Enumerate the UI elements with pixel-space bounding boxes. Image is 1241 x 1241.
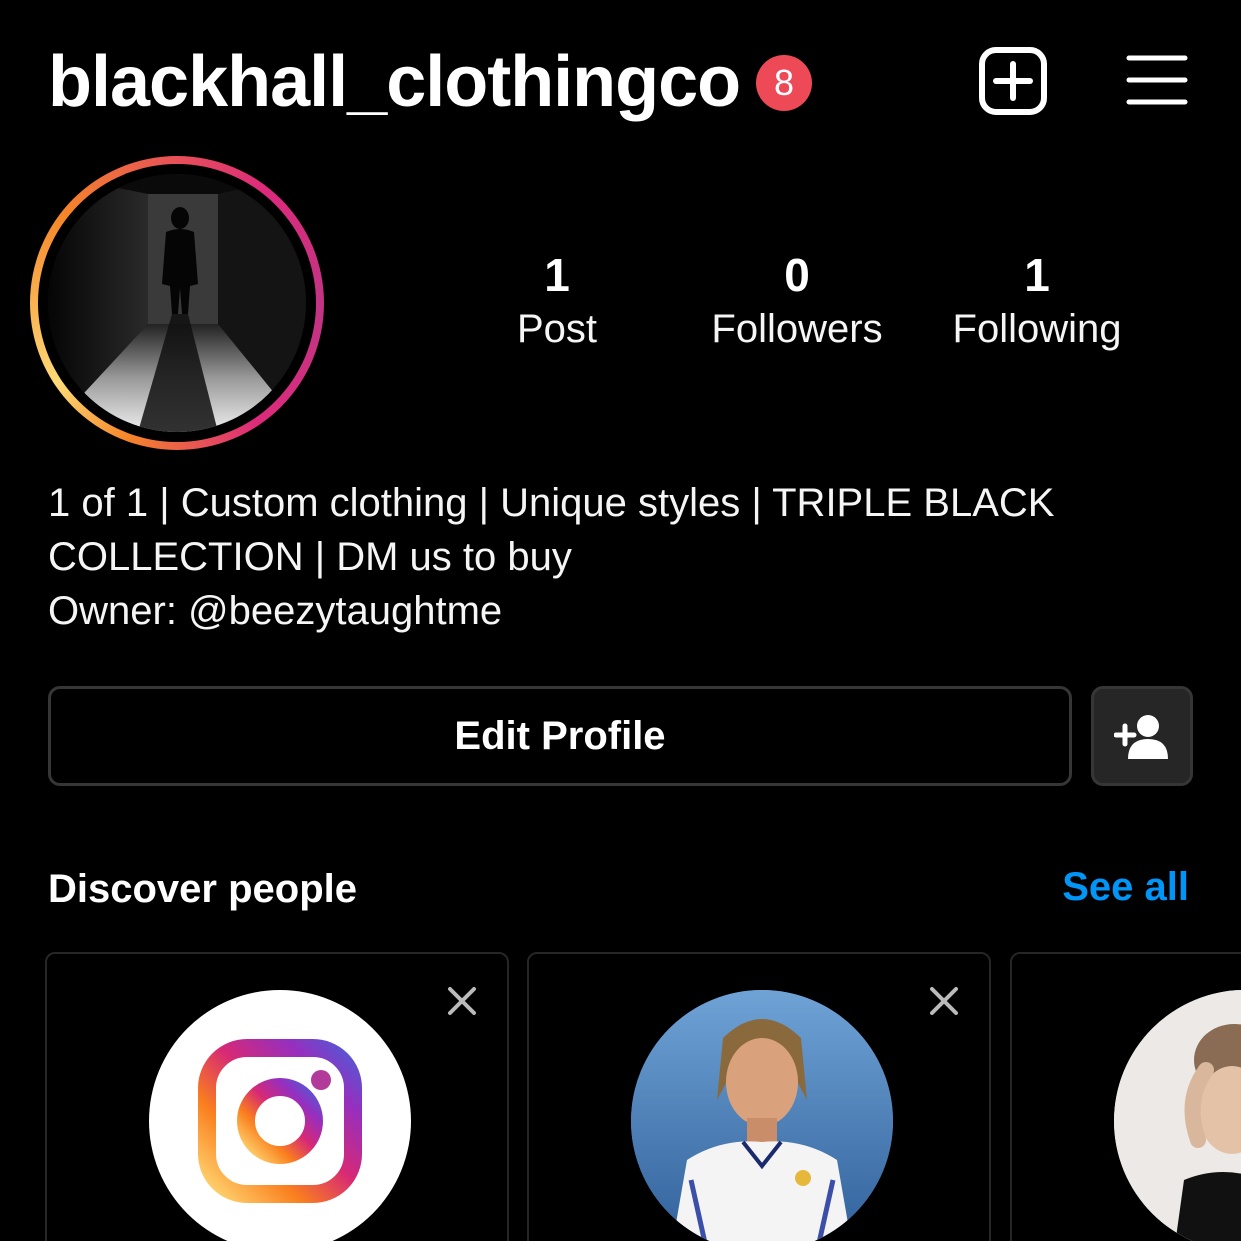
profile-bio: 1 of 1 | Custom clothing | Unique styles… <box>48 476 1198 638</box>
instagram-logo-icon <box>198 1039 362 1203</box>
edit-profile-button[interactable]: Edit Profile <box>48 686 1072 786</box>
following-count: 1 <box>1024 249 1050 301</box>
following-label: Following <box>952 307 1122 351</box>
followers-count: 0 <box>784 249 810 301</box>
stat-followers[interactable]: 0 Followers <box>677 248 917 356</box>
suggestion-card[interactable] <box>527 952 991 1241</box>
suggestion-avatar[interactable] <box>149 990 411 1241</box>
dismiss-suggestion-button[interactable] <box>445 984 479 1018</box>
discover-people-button[interactable] <box>1091 686 1193 786</box>
profile-avatar <box>48 174 306 432</box>
discover-people-title: Discover people <box>48 867 358 911</box>
stat-posts[interactable]: 1 Post <box>437 248 677 356</box>
menu-button[interactable] <box>1126 52 1188 108</box>
hamburger-menu-icon <box>1126 55 1188 105</box>
dismiss-suggestion-button[interactable] <box>927 984 961 1018</box>
bio-line-owner[interactable]: Owner: @beezytaughtme <box>48 584 1198 638</box>
bio-line: 1 of 1 | Custom clothing | Unique styles… <box>48 481 1055 525</box>
close-icon <box>930 987 958 1015</box>
avatar-photo-silhouette <box>48 174 306 432</box>
posts-label: Post <box>516 307 598 351</box>
suggestion-avatar[interactable] <box>631 990 893 1241</box>
bio-line: COLLECTION | DM us to buy <box>48 535 572 579</box>
suggestion-card[interactable] <box>1010 952 1241 1241</box>
notification-badge[interactable]: 8 <box>756 55 812 111</box>
woman-photo-icon <box>1114 990 1241 1241</box>
new-post-button[interactable] <box>978 46 1048 116</box>
close-icon <box>448 987 476 1015</box>
footballer-photo-icon <box>631 990 893 1241</box>
add-person-icon <box>1114 715 1168 759</box>
profile-avatar-ring[interactable] <box>30 156 324 450</box>
header: blackhall_clothingco 8 <box>0 0 1241 160</box>
followers-label: Followers <box>711 307 883 351</box>
see-all-link[interactable]: See all <box>1062 860 1189 914</box>
plus-square-icon <box>979 47 1047 115</box>
stat-following[interactable]: 1 Following <box>917 248 1157 356</box>
account-username[interactable]: blackhall_clothingco <box>48 40 741 124</box>
suggestion-card[interactable] <box>45 952 509 1241</box>
suggestion-avatar[interactable] <box>1114 990 1241 1241</box>
posts-count: 1 <box>544 249 570 301</box>
profile-page: blackhall_clothingco 8 1 Post 0 Follower… <box>0 0 1241 1241</box>
